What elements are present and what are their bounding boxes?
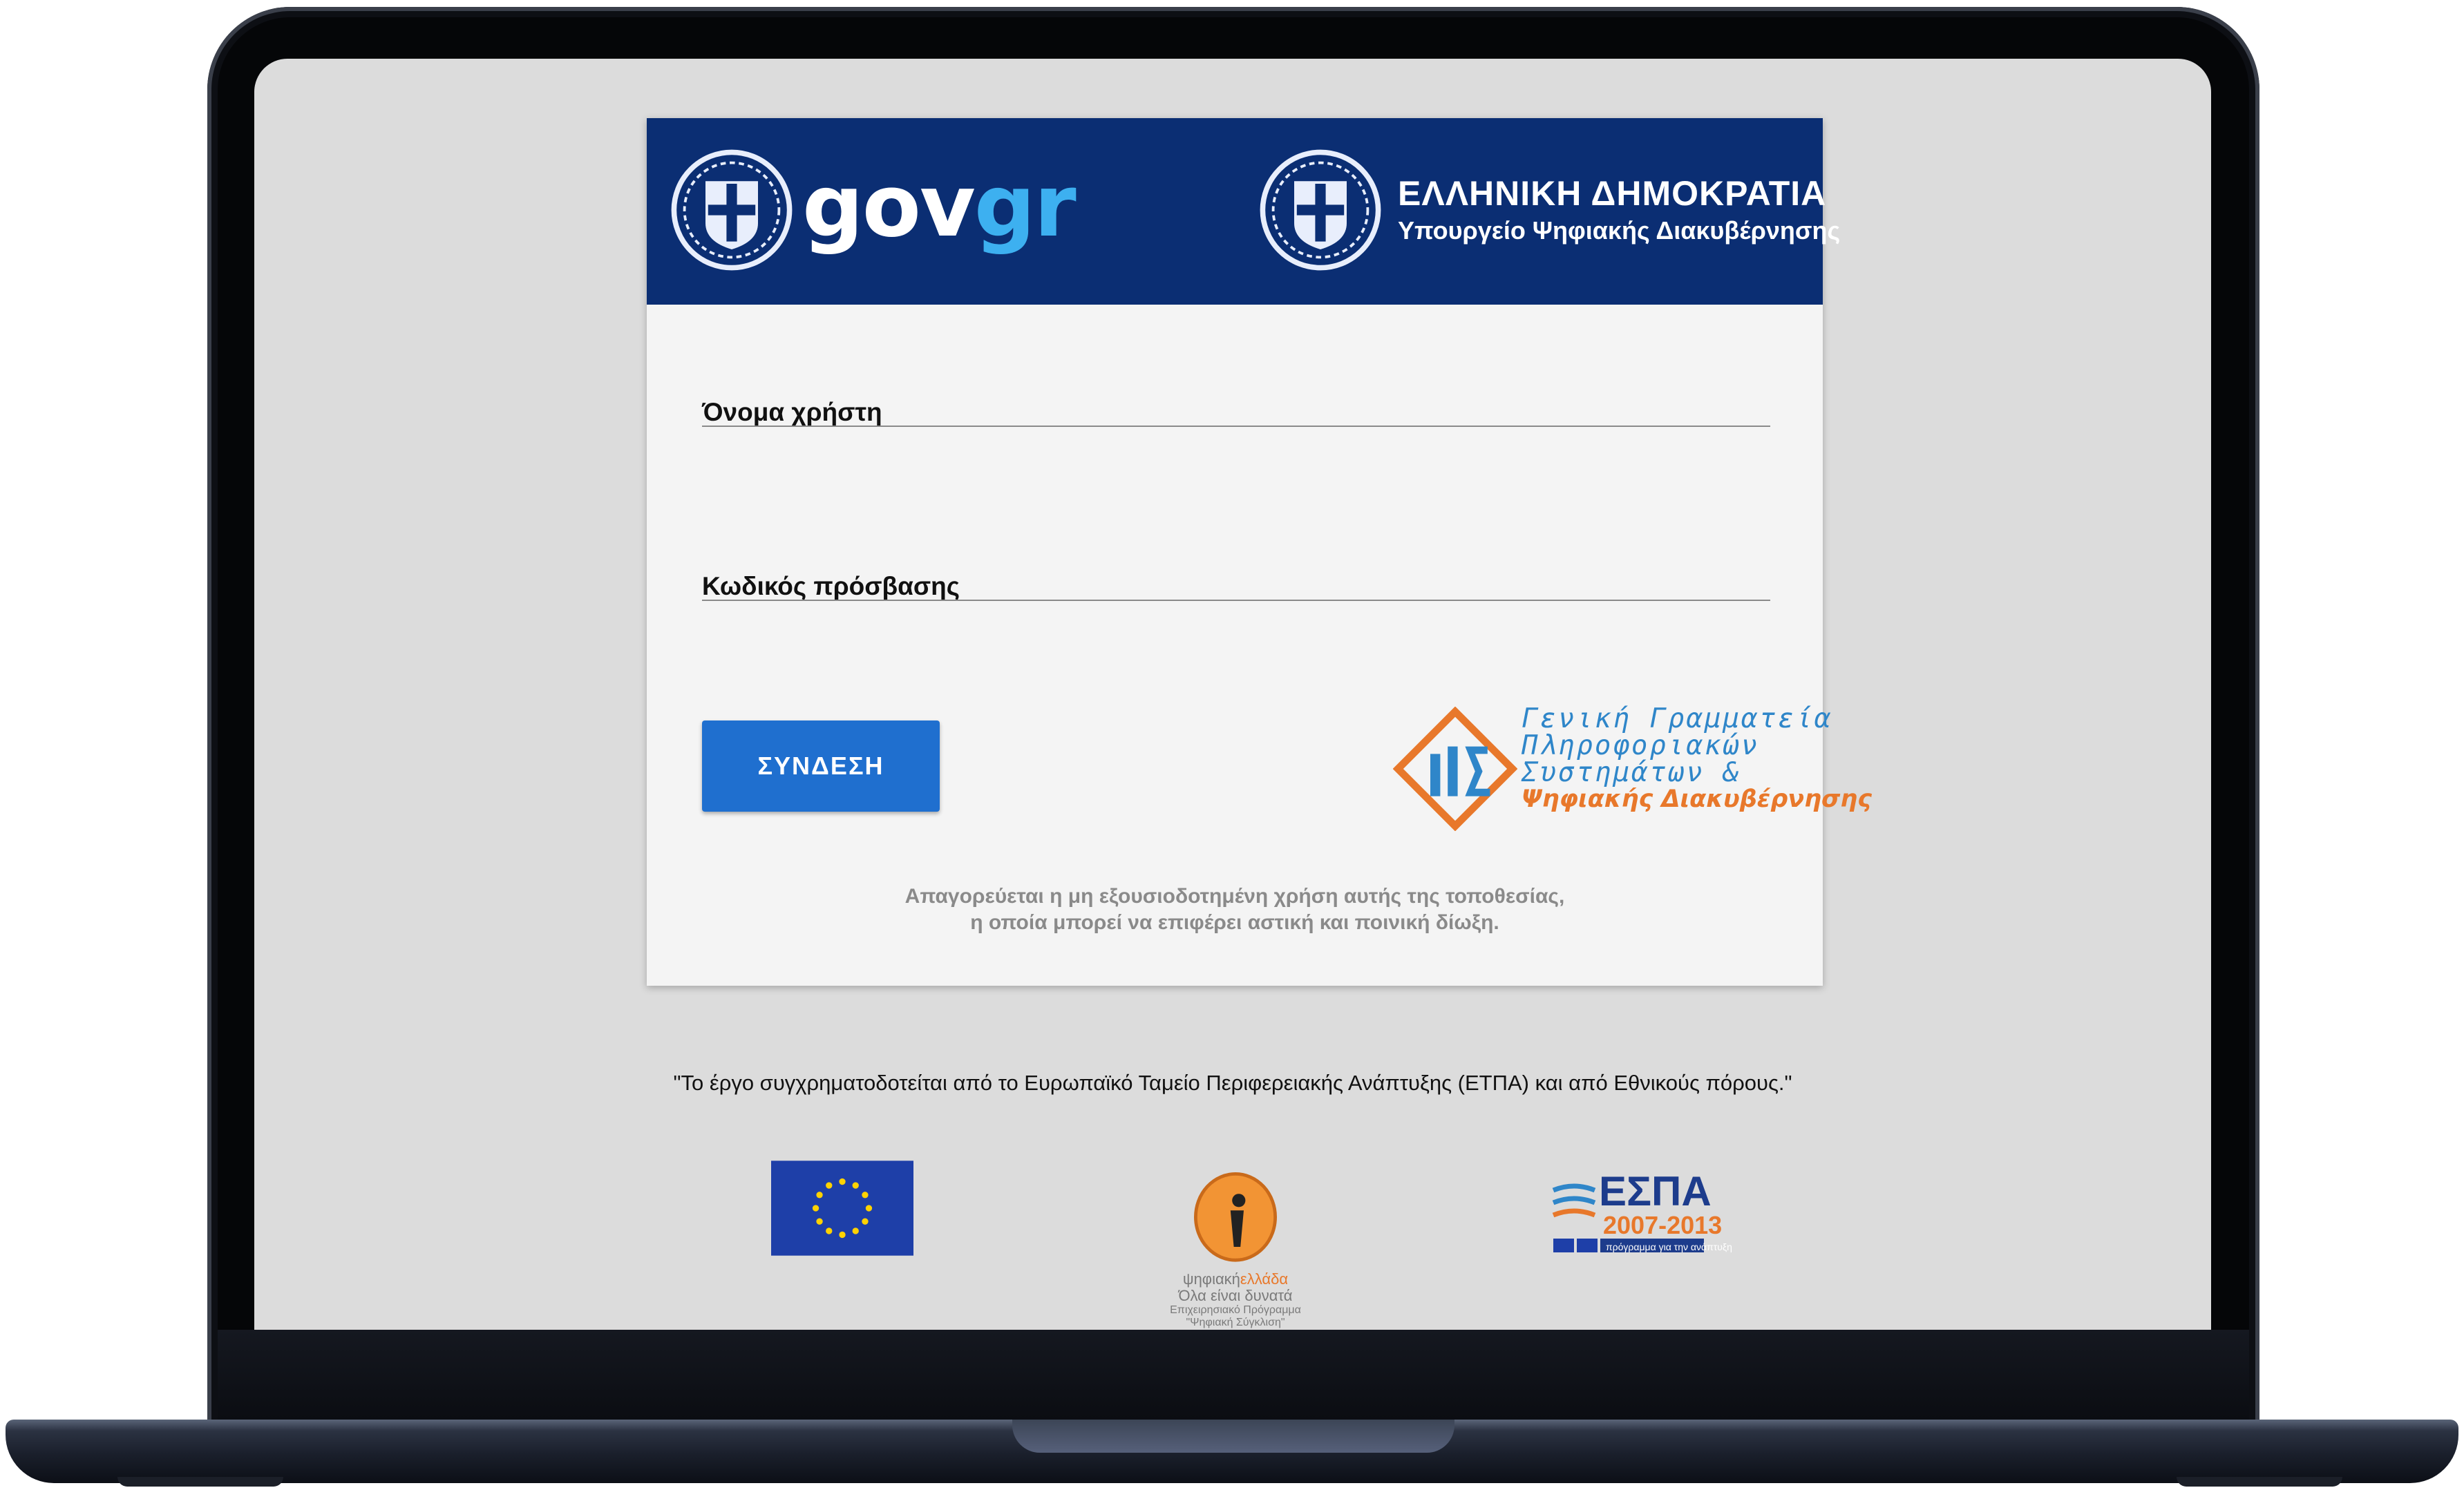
digital-slogan: Όλα είναι δυνατά [1178, 1287, 1293, 1304]
espa-title: ΕΣΠΑ [1599, 1168, 1712, 1214]
trackpad-notch [1012, 1420, 1454, 1453]
republic-title: ΕΛΛΗΝΙΚΗ ΔΗΜΟΚΡΑΤΙΑ [1398, 174, 1827, 213]
laptop-foot-right [2177, 1477, 2342, 1487]
emblem-icon [1260, 149, 1381, 271]
brand-part1: gov [802, 157, 976, 256]
emblem-icon [671, 149, 793, 271]
funding-note: "Το έργο συγχρηματοδοτείται από το Ευρωπ… [673, 1071, 1792, 1095]
screen: govgr ΕΛΛΗΝΙΚΗ ΔΗΜΟΚΡΑΤΙΑ Υπουργείο Ψηφι… [254, 59, 2211, 1330]
ministry-subtitle: Υπουργείο Ψηφιακής Διακυβέρνησης [1398, 216, 1841, 245]
gsis-line4: Ψηφιακής Διακυβέρνησης [1522, 785, 1872, 813]
digital-word2: ελλάδα [1240, 1270, 1289, 1288]
password-input[interactable] [702, 544, 1770, 601]
digital-greece-text: ψηφιακήελλάδα Όλα είναι δυνατά Επιχειρησ… [1146, 1271, 1325, 1329]
gsis-icon [1393, 707, 1517, 831]
login-button[interactable]: ΣΥΝΔΕΣΗ [702, 720, 940, 812]
laptop-foot-left [117, 1477, 283, 1487]
card-header: govgr ΕΛΛΗΝΙΚΗ ΔΗΜΟΚΡΑΤΙΑ Υπουργείο Ψηφι… [647, 118, 1840, 305]
warning-line1: Απαγορεύεται η μη εξουσιοδοτημένη χρήση … [904, 885, 1565, 908]
legal-warning: Απαγορεύεται η μη εξουσιοδοτημένη χρήση … [647, 884, 1823, 936]
gsis-name: Γενική Γραμματεία Πληροφοριακών Συστημάτ… [1522, 705, 1872, 813]
gsis-line3: Συστημάτων & [1522, 757, 1741, 788]
digital-program: Επιχειρησιακό Πρόγραμμα [1170, 1304, 1301, 1316]
espa-slogan: πρόγραμμα για την ανάπτυξη [1606, 1241, 1732, 1252]
govgr-logo[interactable]: govgr [802, 157, 1077, 256]
digital-word1: ψηφιακή [1182, 1270, 1240, 1288]
warning-line2: η οποία μπορεί να επιφέρει αστική και πο… [970, 911, 1499, 934]
gsis-line2: Πληροφοριακών [1522, 730, 1760, 761]
digital-program2: "Ψηφιακή Σύγκλιση" [1186, 1317, 1285, 1328]
username-input[interactable] [702, 370, 1770, 427]
brand-part2: gr [974, 157, 1077, 256]
laptop-chin [218, 1330, 2249, 1420]
gsis-line1: Γενική Γραμματεία [1522, 703, 1833, 734]
login-card: govgr ΕΛΛΗΝΙΚΗ ΔΗΜΟΚΡΑΤΙΑ Υπουργείο Ψηφι… [647, 118, 1872, 986]
eu-flag-icon [771, 1161, 913, 1256]
espa-years: 2007-2013 [1603, 1211, 1723, 1239]
